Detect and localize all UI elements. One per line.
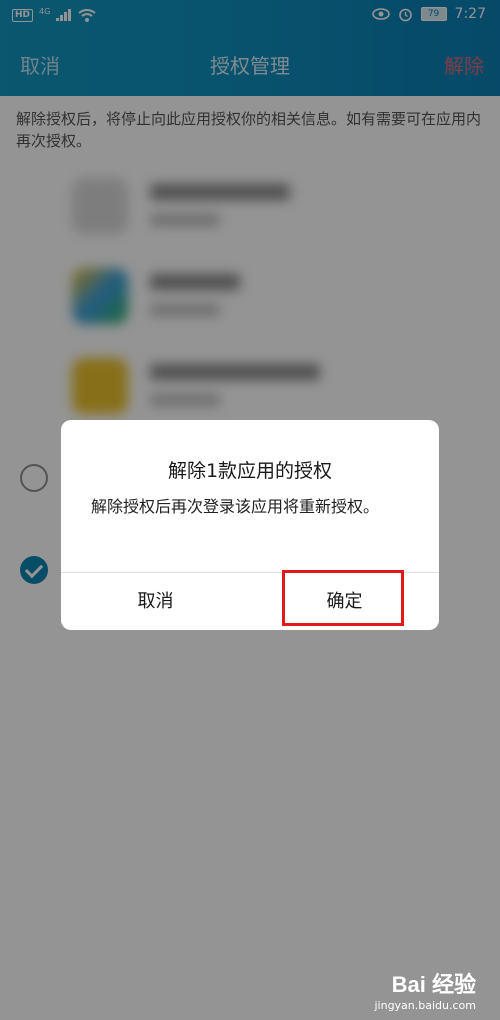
highlight-annotation: [282, 570, 404, 626]
dialog-title: 解除1款应用的授权: [167, 460, 333, 482]
dialog-message: 解除授权后再次登录该应用将重新授权。: [91, 497, 380, 516]
watermark-url: jingyan.baidu.com: [374, 999, 476, 1012]
watermark-logo: Bai 经验: [391, 972, 476, 997]
cancel-button[interactable]: 取消: [61, 573, 250, 630]
watermark: Bai 经验 jingyan.baidu.com: [374, 967, 476, 1012]
